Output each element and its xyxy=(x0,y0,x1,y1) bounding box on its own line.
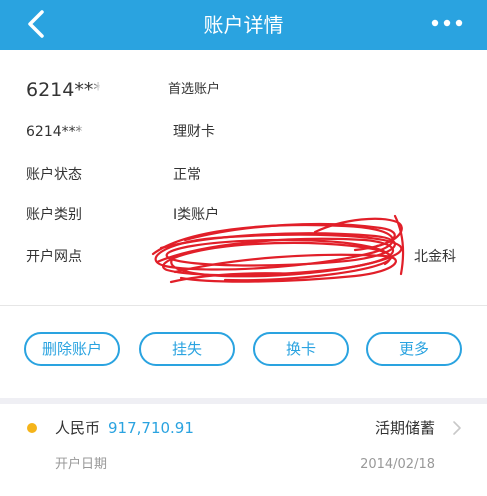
currency-label: 人民币 xyxy=(55,419,101,437)
report-loss-button[interactable]: 挂失 xyxy=(139,332,235,366)
delete-account-button[interactable]: 删除账户 xyxy=(24,332,120,366)
branch-label: 开户网点 xyxy=(26,249,82,265)
more-button[interactable]: 更多 xyxy=(366,332,462,366)
status-label: 账户状态 xyxy=(26,167,82,183)
status-row: 账户状态 正常 xyxy=(0,160,487,190)
balance-amount: 917,710.91 xyxy=(108,419,194,437)
replace-card-button[interactable]: 换卡 xyxy=(253,332,349,366)
card-row: 6214*** 理财卡 xyxy=(0,117,487,147)
nav-header: 账户详情 xyxy=(0,0,487,50)
more-dots-icon[interactable] xyxy=(427,10,467,36)
status-dot-icon xyxy=(27,423,37,433)
divider xyxy=(0,305,487,306)
card-type: 理财卡 xyxy=(173,124,215,140)
status-value: 正常 xyxy=(173,167,201,183)
account-summary-row[interactable]: 人民币 917,710.91 活期储蓄 开户日期 2014/02/18 xyxy=(0,404,487,496)
primary-account-number: 6214*** xyxy=(26,79,103,101)
card-number: 6214*** xyxy=(26,124,83,140)
account-type: 活期储蓄 xyxy=(374,419,435,437)
open-date-label: 开户日期 xyxy=(55,457,108,472)
redaction-blur xyxy=(84,121,120,141)
primary-account-row: 6214*** 首选账户 xyxy=(0,75,487,105)
redaction-scribble xyxy=(151,214,405,284)
category-label: 账户类别 xyxy=(26,207,82,223)
chevron-right-icon[interactable] xyxy=(451,419,463,437)
primary-account-tag: 首选账户 xyxy=(168,82,221,97)
branch-value: 北金科 xyxy=(414,249,456,265)
redaction-blur xyxy=(100,78,152,100)
open-date-value: 2014/02/18 xyxy=(360,457,435,472)
page-title: 账户详情 xyxy=(203,13,284,37)
